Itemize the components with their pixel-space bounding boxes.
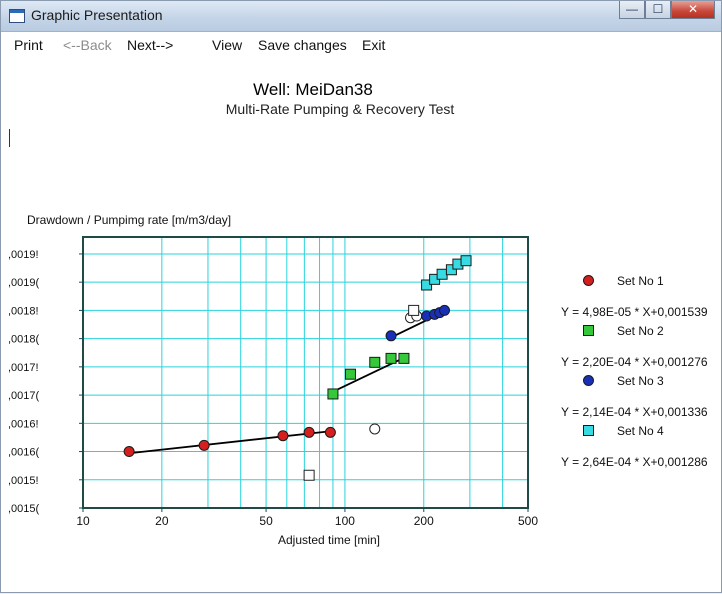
legend-equation: Y = 4,98E-05 * X+0,001539 <box>561 305 708 319</box>
x-tick-label: 10 <box>76 514 90 528</box>
y-tick-label: ,0017( <box>8 390 40 402</box>
excluded-data-point <box>369 423 381 435</box>
y-tick-label: ,0019( <box>8 277 40 289</box>
data-point <box>439 304 451 316</box>
legend-entry: Set No 4 <box>561 423 722 439</box>
legend-entry: Set No 3 <box>561 373 722 389</box>
fit-line <box>129 430 331 455</box>
data-point <box>327 388 339 400</box>
data-point <box>324 426 336 438</box>
data-point <box>369 356 381 368</box>
data-point <box>398 352 410 364</box>
plot-frame <box>82 236 529 509</box>
y-tick-label: ,0017! <box>8 362 39 374</box>
y-tick-label: ,0015! <box>8 475 39 487</box>
data-point <box>198 439 210 451</box>
data-point <box>385 330 397 342</box>
x-tick-label: 100 <box>335 514 355 528</box>
legend-series-name: Set No 1 <box>617 274 664 288</box>
y-tick-label: ,0016( <box>8 447 40 459</box>
excluded-data-point <box>303 469 315 481</box>
data-point <box>436 268 448 280</box>
legend-series-name: Set No 3 <box>617 374 664 388</box>
data-point <box>460 255 472 267</box>
data-point <box>123 446 135 458</box>
legend-marker <box>583 425 594 436</box>
x-tick-label: 20 <box>155 514 169 528</box>
excluded-data-point <box>408 304 420 316</box>
x-tick-label: 500 <box>518 514 538 528</box>
legend-marker <box>583 325 594 336</box>
y-tick-label: ,0015( <box>8 503 40 515</box>
legend-equation: Y = 2,64E-04 * X+0,001286 <box>561 455 708 469</box>
graphic-presentation-window: Graphic Presentation — ☐ ✕ Print <--Back… <box>0 0 722 593</box>
y-tick-label: ,0018! <box>8 305 39 317</box>
x-tick-label: 50 <box>259 514 273 528</box>
legend-entry: Set No 2 <box>561 323 722 339</box>
pumping-test-chart: ,0019! ,0019( ,0018! ,0018( ,0017! ,0017( ,001… <box>8 236 538 528</box>
x-tick-label: 200 <box>414 514 434 528</box>
legend-series-name: Set No 4 <box>617 424 664 438</box>
legend-equation: Y = 2,14E-04 * X+0,001336 <box>561 405 708 419</box>
data-point <box>303 426 315 438</box>
data-point <box>385 352 397 364</box>
data-point <box>344 368 356 380</box>
x-axis-label: Adjusted time [min] <box>277 533 381 547</box>
legend-marker <box>583 375 594 386</box>
legend-equation: Y = 2,20E-04 * X+0,001276 <box>561 355 708 369</box>
legend-series-name: Set No 2 <box>617 324 664 338</box>
legend-marker <box>583 275 594 286</box>
y-tick-label: ,0019! <box>8 249 39 261</box>
y-tick-label: ,0018( <box>8 334 40 346</box>
data-point <box>277 430 289 442</box>
legend-entry: Set No 1 <box>561 273 722 289</box>
y-tick-label: ,0016! <box>8 418 39 430</box>
